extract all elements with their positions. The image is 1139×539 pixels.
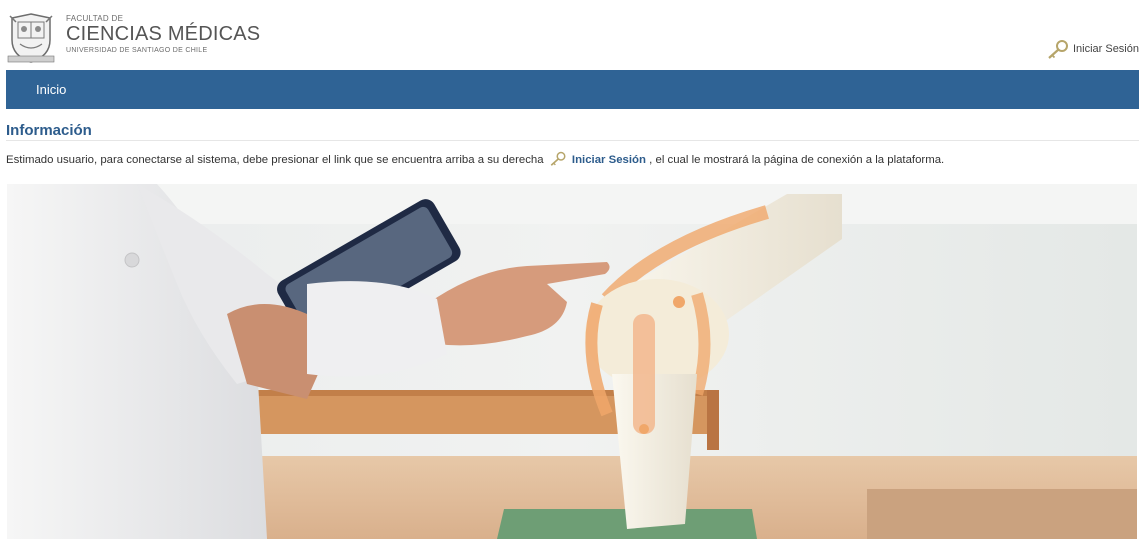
banner-image [7, 184, 1137, 539]
faculty-logo-text: FACULTAD DE CIENCIAS MÉDICAS UNIVERSIDAD… [66, 14, 260, 55]
info-text: Estimado usuario, para conectarse al sis… [6, 151, 944, 166]
main-nav-bar: Inicio [6, 70, 1139, 109]
header: FACULTAD DE CIENCIAS MÉDICAS UNIVERSIDAD… [0, 0, 1139, 70]
login-link-label: Iniciar Sesión [1072, 43, 1139, 55]
logo-line-1: FACULTAD DE [66, 14, 124, 23]
university-crest-logo [7, 13, 55, 63]
info-text-before: Estimado usuario, para conectarse al sis… [6, 154, 544, 166]
key-icon [550, 151, 566, 166]
key-icon [1048, 40, 1068, 59]
logo-line-2: CIENCIAS MÉDICAS [66, 23, 261, 45]
logo-line-3: UNIVERSIDAD DE SANTIAGO DE CHILE [66, 47, 208, 54]
title-divider [6, 140, 1139, 141]
login-link[interactable]: Iniciar Sesión [1046, 39, 1139, 59]
page-title: Información [6, 122, 92, 139]
nav-item-inicio[interactable]: Inicio [36, 82, 66, 97]
info-text-after: , el cual le mostrará la página de conex… [649, 154, 945, 166]
inline-login-link[interactable]: Iniciar Sesión [572, 154, 646, 166]
